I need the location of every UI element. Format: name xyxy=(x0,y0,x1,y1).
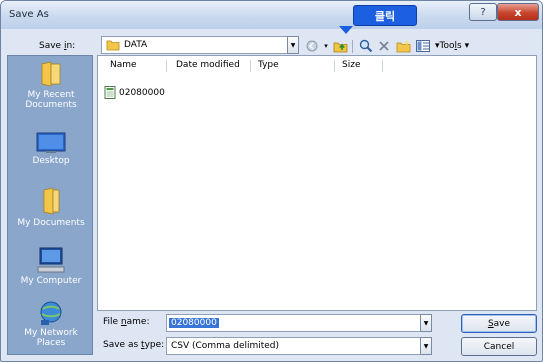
current-folder-name: DATA xyxy=(124,40,148,50)
place-my-documents[interactable]: My Documents xyxy=(8,186,94,228)
save-in-dropdown[interactable]: DATA ▼ xyxy=(101,36,299,54)
save-as-type-label: Save as type: xyxy=(103,340,165,350)
place-label: My Recent xyxy=(27,90,75,100)
chevron-down-icon[interactable]: ▼ xyxy=(420,337,432,355)
place-label: My Network xyxy=(24,328,78,338)
chevron-down-icon[interactable]: ▼ xyxy=(287,36,299,54)
csv-file-icon xyxy=(104,86,116,99)
chevron-down-icon[interactable]: ▼ xyxy=(420,314,432,332)
file-name-label: File name: xyxy=(103,317,150,327)
recent-docs-icon xyxy=(41,61,61,87)
column-header-date-modified[interactable]: Date modified xyxy=(176,60,240,70)
column-header-size[interactable]: Size xyxy=(342,60,360,70)
desktop-icon xyxy=(36,132,66,153)
place-label: Documents xyxy=(25,100,77,110)
back-icon[interactable] xyxy=(305,39,319,53)
views-icon[interactable] xyxy=(415,39,431,53)
place-label: Places xyxy=(36,338,66,348)
back-dropdown-icon[interactable]: ▾ xyxy=(321,39,331,53)
cancel-button[interactable]: Cancel xyxy=(461,337,537,356)
network-places-icon xyxy=(40,301,62,325)
column-separator[interactable] xyxy=(250,60,251,72)
file-name: 02080000 xyxy=(119,87,165,98)
help-button[interactable]: ? xyxy=(469,3,497,21)
place-label: My Computer xyxy=(20,276,82,286)
folder-icon xyxy=(106,40,120,51)
close-icon: x xyxy=(514,5,522,19)
click-callout: 클릭 xyxy=(353,5,417,26)
column-header-type[interactable]: Type xyxy=(258,60,279,70)
close-button[interactable]: x xyxy=(497,3,539,21)
file-list[interactable]: Name Date modified Type Size 02080000 xyxy=(97,55,537,311)
save-button[interactable]: Save xyxy=(461,314,537,333)
title-bar[interactable]: Save As ? x xyxy=(1,1,542,29)
column-separator[interactable] xyxy=(334,60,335,72)
file-name-input[interactable]: 02080000 ▼ xyxy=(166,314,432,332)
dialog-title: Save As xyxy=(9,9,49,20)
column-header-name[interactable]: Name xyxy=(110,60,137,70)
my-documents-icon xyxy=(43,187,60,215)
new-folder-icon[interactable] xyxy=(395,39,411,53)
place-my-computer[interactable]: My Computer xyxy=(8,246,94,286)
list-item[interactable]: 02080000 xyxy=(104,86,165,99)
place-my-recent-documents[interactable]: My Recent Documents xyxy=(8,60,94,110)
my-computer-icon xyxy=(37,247,65,273)
save-as-type-value: CSV (Comma delimited) xyxy=(171,341,280,351)
callout-pointer xyxy=(339,26,353,34)
place-label: My Documents xyxy=(17,218,85,228)
place-desktop[interactable]: Desktop xyxy=(8,132,94,166)
column-separator[interactable] xyxy=(166,60,167,72)
help-icon: ? xyxy=(480,6,486,18)
save-as-dialog: Save As ? x 클릭 Save in: DATA ▼ ▾ ▾Too l … xyxy=(0,0,543,362)
places-bar: My Recent Documents Desktop My Documents… xyxy=(7,55,93,355)
toolbar-separator xyxy=(351,39,353,53)
save-in-label: Save in: xyxy=(39,41,76,51)
column-separator[interactable] xyxy=(382,60,383,72)
save-as-type-dropdown[interactable]: CSV (Comma delimited) ▼ xyxy=(166,337,432,355)
tools-menu[interactable]: ▾Too l s ▾ xyxy=(435,39,495,53)
up-one-level-icon[interactable] xyxy=(332,39,348,53)
file-name-selected-text: 02080000 xyxy=(169,318,219,328)
place-label: Desktop xyxy=(32,156,70,166)
place-my-network-places[interactable]: My Network Places xyxy=(8,300,94,348)
search-web-icon[interactable] xyxy=(358,39,374,53)
delete-icon[interactable] xyxy=(377,39,391,53)
